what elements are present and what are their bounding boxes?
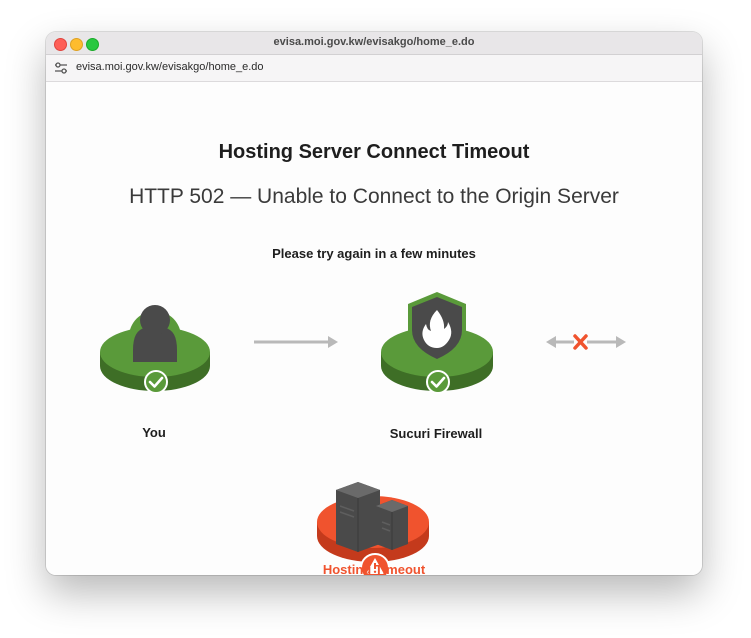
- failed-connection-arrow: [546, 334, 626, 350]
- check-icon: [144, 370, 168, 394]
- node-label-firewall: Sucuri Firewall: [389, 426, 483, 441]
- title-bar: evisa.moi.gov.kw/evisakgo/home_e.do: [46, 32, 702, 55]
- browser-window: evisa.moi.gov.kw/evisakgo/home_e.do evis…: [46, 32, 702, 575]
- node-label-you: You: [142, 425, 166, 440]
- url-text[interactable]: evisa.moi.gov.kw/evisakgo/home_e.do: [76, 61, 264, 73]
- user-icon: [129, 305, 181, 363]
- check-icon: [426, 370, 450, 394]
- node-firewall: [381, 292, 493, 394]
- address-bar[interactable]: evisa.moi.gov.kw/evisakgo/home_e.do: [46, 55, 702, 82]
- node-you: [100, 305, 210, 394]
- site-settings-icon[interactable]: [54, 62, 68, 74]
- node-label-hosting: Hosting Timeout: [322, 562, 426, 575]
- server-icon: [336, 482, 408, 552]
- error-x-icon: [573, 334, 588, 350]
- connection-diagram: [100, 292, 626, 575]
- error-page: Hosting Server Connect Timeout HTTP 502 …: [46, 82, 702, 575]
- window-title: evisa.moi.gov.kw/evisakgo/home_e.do: [273, 36, 475, 48]
- connected-arrow: [254, 336, 338, 348]
